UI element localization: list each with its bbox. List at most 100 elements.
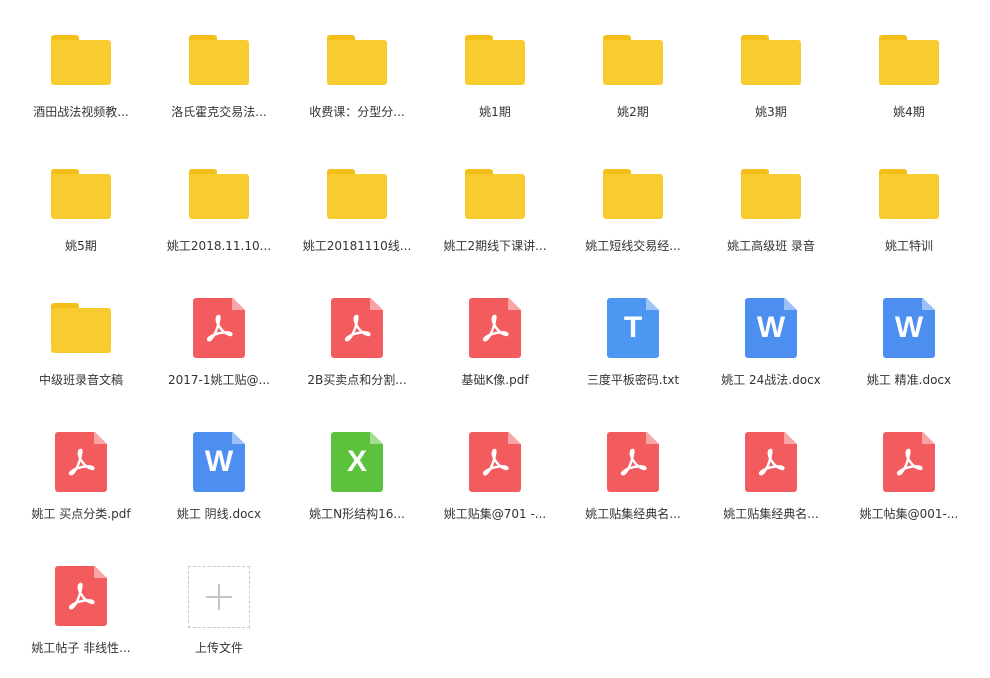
- folder-icon: [465, 169, 525, 219]
- file-icon-wrap: [187, 28, 251, 92]
- folder-item[interactable]: 酒田战法视频教...: [12, 8, 150, 142]
- pdf-file-icon: [469, 432, 521, 492]
- file-icon-wrap: [325, 28, 389, 92]
- file-name: 姚工 阴线.docx: [176, 507, 262, 521]
- file-name: 姚3期: [755, 105, 787, 119]
- file-item[interactable]: 姚工帖集@001-...: [840, 410, 978, 544]
- file-item[interactable]: 姚工贴集经典名...: [702, 410, 840, 544]
- file-item[interactable]: T 三度平板密码.txt: [564, 276, 702, 410]
- file-name: 姚工20181110线...: [302, 239, 412, 253]
- folder-icon: [51, 303, 111, 353]
- acrobat-glyph: [331, 298, 383, 358]
- file-name: 中级班录音文稿: [38, 373, 123, 387]
- folder-item[interactable]: 姚工高级班 录音: [702, 142, 840, 276]
- folder-item[interactable]: 姚5期: [12, 142, 150, 276]
- folder-item[interactable]: 姚工短线交易经...: [564, 142, 702, 276]
- file-item[interactable]: X 姚工N形结构16...: [288, 410, 426, 544]
- file-icon-wrap: W: [877, 296, 941, 360]
- file-type-glyph: W: [756, 311, 786, 344]
- file-name: 三度平板密码.txt: [586, 373, 680, 387]
- file-item[interactable]: 姚工贴集@701 -...: [426, 410, 564, 544]
- pdf-file-icon: [745, 432, 797, 492]
- folder-icon: [741, 169, 801, 219]
- file-icon-wrap: [49, 564, 113, 628]
- file-name: 姚工短线交易经...: [585, 239, 681, 253]
- file-name: 酒田战法视频教...: [33, 105, 129, 119]
- acrobat-glyph: [745, 432, 797, 492]
- file-icon-wrap: [739, 430, 803, 494]
- acrobat-glyph: [883, 432, 935, 492]
- file-name: 姚1期: [479, 105, 511, 119]
- folder-item[interactable]: 姚工2018.11.10...: [150, 142, 288, 276]
- file-icon-wrap: [601, 162, 665, 226]
- folder-icon: [189, 169, 249, 219]
- acrobat-glyph: [55, 566, 107, 626]
- file-name: 姚4期: [893, 105, 925, 119]
- file-item[interactable]: W 姚工 精准.docx: [840, 276, 978, 410]
- file-icon-wrap: [463, 162, 527, 226]
- folder-item[interactable]: 姚1期: [426, 8, 564, 142]
- folder-item[interactable]: 姚工2期线下课讲...: [426, 142, 564, 276]
- file-icon-wrap: W: [739, 296, 803, 360]
- plus-icon: [188, 566, 250, 628]
- folder-icon: [465, 35, 525, 85]
- file-name: 姚工2期线下课讲...: [443, 239, 547, 253]
- file-name: 姚工2018.11.10...: [166, 239, 272, 253]
- pdf-file-icon: [469, 298, 521, 358]
- acrobat-glyph: [607, 432, 659, 492]
- folder-item[interactable]: 中级班录音文稿: [12, 276, 150, 410]
- folder-icon: [603, 169, 663, 219]
- folder-item[interactable]: 姚工20181110线...: [288, 142, 426, 276]
- file-icon-wrap: W: [187, 430, 251, 494]
- pdf-file-icon: [607, 432, 659, 492]
- file-icon-wrap: [187, 296, 251, 360]
- folder-icon: [741, 35, 801, 85]
- file-name: 姚工 24战法.docx: [721, 373, 821, 387]
- folder-item[interactable]: 收费课：分型分...: [288, 8, 426, 142]
- file-icon-wrap: X: [325, 430, 389, 494]
- folder-icon: [51, 169, 111, 219]
- file-icon-wrap: [601, 28, 665, 92]
- file-type-glyph: X: [346, 445, 367, 478]
- folder-icon: [189, 35, 249, 85]
- file-icon-wrap: [49, 430, 113, 494]
- file-item[interactable]: 姚工 买点分类.pdf: [12, 410, 150, 544]
- file-name: 姚工特训: [884, 239, 933, 253]
- file-icon-wrap: [463, 430, 527, 494]
- file-item[interactable]: W 姚工 24战法.docx: [702, 276, 840, 410]
- file-type-glyph: W: [894, 311, 924, 344]
- file-icon-wrap: T: [601, 296, 665, 360]
- file-item[interactable]: 2B买卖点和分割...: [288, 276, 426, 410]
- folder-icon: [879, 169, 939, 219]
- folder-item[interactable]: 姚3期: [702, 8, 840, 142]
- pdf-file-icon: [55, 566, 107, 626]
- file-item[interactable]: W 姚工 阴线.docx: [150, 410, 288, 544]
- file-name: 姚5期: [65, 239, 97, 253]
- folder-item[interactable]: 姚4期: [840, 8, 978, 142]
- file-icon-wrap: [877, 162, 941, 226]
- file-item[interactable]: 2017-1姚工贴@...: [150, 276, 288, 410]
- file-item[interactable]: 姚工贴集经典名...: [564, 410, 702, 544]
- file-grid: 酒田战法视频教... 洛氏霍克交易法... 收费课：分型分... 姚1期 姚2期…: [0, 0, 990, 658]
- file-item[interactable]: 基础K像.pdf: [426, 276, 564, 410]
- folder-item[interactable]: 洛氏霍克交易法...: [150, 8, 288, 142]
- file-name: 收费课：分型分...: [309, 105, 405, 119]
- file-name: 姚2期: [617, 105, 649, 119]
- file-icon-wrap: [325, 296, 389, 360]
- file-name: 姚工贴集经典名...: [723, 507, 819, 521]
- file-name: 基础K像.pdf: [461, 373, 529, 387]
- file-icon-wrap: [601, 430, 665, 494]
- folder-icon: [51, 35, 111, 85]
- folder-item[interactable]: 姚工特训: [840, 142, 978, 276]
- file-type-glyph: W: [204, 445, 234, 478]
- txt-file-icon: T: [607, 298, 659, 358]
- file-icon-wrap: [877, 430, 941, 494]
- file-icon-wrap: [739, 28, 803, 92]
- folder-item[interactable]: 姚2期: [564, 8, 702, 142]
- word-file-icon: W: [745, 298, 797, 358]
- file-name: 洛氏霍克交易法...: [171, 105, 267, 119]
- pdf-file-icon: [193, 298, 245, 358]
- excel-file-icon: X: [331, 432, 383, 492]
- file-icon-wrap: [877, 28, 941, 92]
- folder-icon: [327, 169, 387, 219]
